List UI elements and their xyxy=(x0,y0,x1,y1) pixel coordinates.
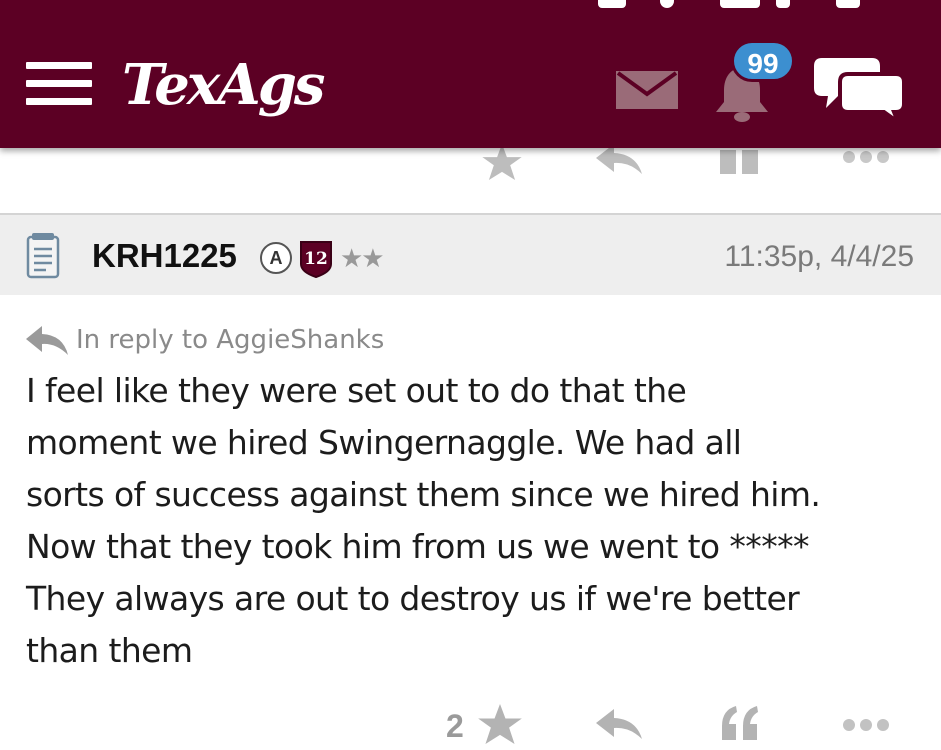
post-body-line: moment we hired Swingernaggle. We had al… xyxy=(26,423,742,462)
star-icon[interactable] xyxy=(478,704,522,744)
post-body-line: sorts of success against them since we h… xyxy=(26,475,821,514)
post-body-line: than them xyxy=(26,631,193,670)
mail-icon[interactable] xyxy=(615,70,679,110)
post-username[interactable]: KRH1225 xyxy=(92,235,237,277)
reply-to-text: In reply to AggieShanks xyxy=(76,325,385,355)
reply-arrow-icon[interactable] xyxy=(596,144,642,176)
post-timestamp[interactable]: 11:35p, 4/4/25 xyxy=(724,237,914,277)
post-body-line: They always are out to destroy us if we'… xyxy=(26,579,800,618)
hamburger-menu-icon[interactable] xyxy=(26,62,92,106)
post-body-line: Now that they took him from us we went t… xyxy=(26,527,810,566)
chat-bubbles-icon[interactable] xyxy=(814,54,906,124)
star-icon[interactable] xyxy=(482,144,522,180)
post-header: KRH1225 A 12 ★★ 11:35p, 4/4/25 xyxy=(0,213,941,295)
top-nav-bar: TexAgs 99 xyxy=(0,0,941,148)
like-count: 2 xyxy=(446,708,464,744)
texags-logo[interactable]: TexAgs xyxy=(122,50,325,120)
post-body-line: I feel like they were set out to do that… xyxy=(26,371,687,410)
notification-count-badge[interactable]: 99 xyxy=(731,40,795,82)
reply-arrow-icon[interactable] xyxy=(596,708,642,742)
user-badge-number: 12 xyxy=(304,249,328,269)
rank-stars: ★★ xyxy=(340,244,385,274)
user-badge-a: A xyxy=(260,242,292,274)
post-actions: 2 xyxy=(0,698,941,750)
twelfth-man-badge-icon: 12 xyxy=(300,241,332,278)
reply-arrow-icon xyxy=(26,326,68,355)
more-dots-icon[interactable] xyxy=(842,150,890,164)
status-bar xyxy=(0,0,941,14)
quote-icon[interactable] xyxy=(718,704,762,744)
post-body: I feel like they were set out to do that… xyxy=(26,365,926,677)
notepad-icon[interactable] xyxy=(26,233,60,279)
more-dots-icon[interactable] xyxy=(842,718,890,732)
